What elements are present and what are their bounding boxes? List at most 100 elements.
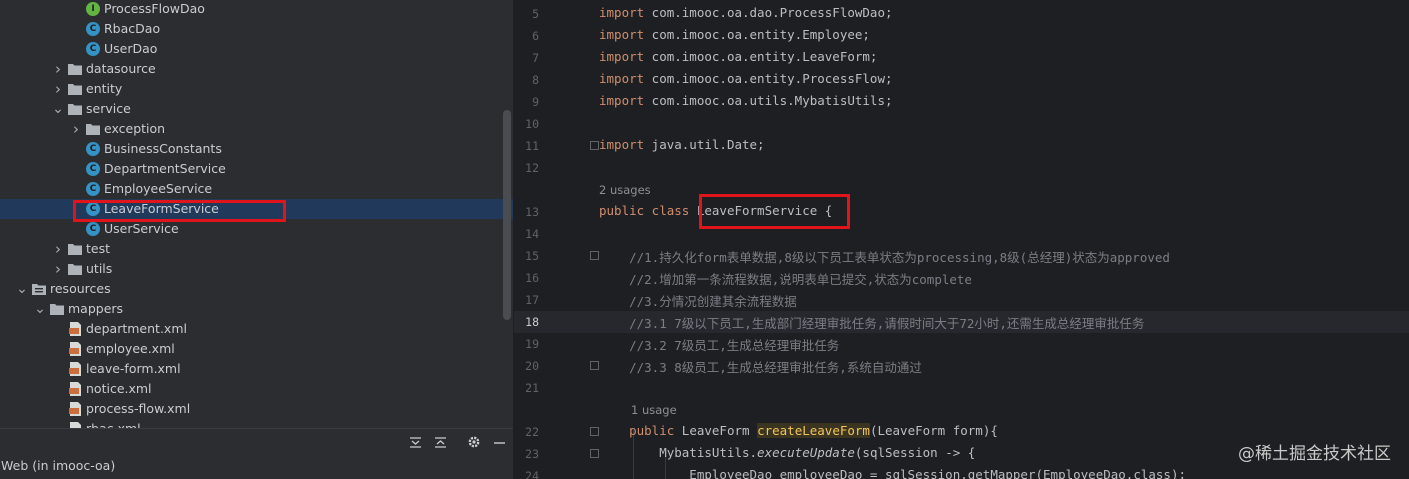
tree-item-label: leave-form.xml (86, 361, 181, 376)
fold-marker-icon[interactable] (590, 427, 599, 436)
tree-item[interactable]: ⌄ resources (0, 279, 513, 299)
tree-item-label: department.xml (86, 321, 187, 336)
chevron-right-icon[interactable]: › (52, 79, 64, 99)
tree-item[interactable]: employee.xml (0, 339, 513, 359)
xml-file-icon (68, 362, 82, 376)
tree-item[interactable]: › test (0, 239, 513, 259)
fold-marker-icon[interactable] (590, 361, 599, 370)
line-number: 5 (532, 7, 539, 21)
line-number: 24 (525, 469, 539, 479)
tree-item-label: RbacDao (104, 21, 161, 36)
tree-item[interactable]: C RbacDao (0, 19, 513, 39)
code-line[interactable]: //2.增加第一条流程数据,说明表单已提交,状态为complete (599, 269, 972, 288)
chevron-down-icon[interactable]: ⌄ (52, 99, 64, 119)
tree-item[interactable]: › datasource (0, 59, 513, 79)
code-editor[interactable]: 5 6 7 8 9 10 11 12 13 14 15 16 17 18 19 20 21 22 23 24 impo… (514, 0, 1409, 479)
tree-item[interactable]: › entity (0, 79, 513, 99)
tree-item[interactable]: I ProcessFlowDao (0, 0, 513, 19)
line-number: 18 (525, 315, 539, 329)
tree-scrollbar[interactable] (503, 110, 511, 320)
tree-item-label: BusinessConstants (104, 141, 222, 156)
line-number: 12 (525, 161, 539, 175)
line-number: 10 (525, 117, 539, 131)
code-line[interactable]: //3.分情况创建其余流程数据 (599, 291, 797, 310)
chevron-down-icon[interactable]: ⌄ (34, 299, 46, 319)
line-number: 6 (532, 29, 539, 43)
tree-item[interactable]: notice.xml (0, 379, 513, 399)
tree-item[interactable]: ⌄ service (0, 99, 513, 119)
folder-icon (50, 302, 64, 316)
chevron-right-icon[interactable]: › (52, 59, 64, 79)
code-highlight-box (699, 194, 850, 229)
tree-item[interactable]: C UserDao (0, 39, 513, 59)
tree-item-label: UserService (104, 221, 179, 236)
code-line[interactable]: import com.imooc.oa.entity.ProcessFlow; (599, 71, 893, 86)
class-icon: C (86, 182, 100, 196)
line-number: 22 (525, 425, 539, 439)
tree-item[interactable]: ⌄ mappers (0, 299, 513, 319)
code-line[interactable]: import com.imooc.oa.entity.Employee; (599, 27, 870, 42)
fold-marker-icon[interactable] (590, 449, 599, 458)
tree-item[interactable]: C DepartmentService (0, 159, 513, 179)
chevron-right-icon[interactable]: › (52, 239, 64, 259)
tree-item-label: mappers (68, 301, 124, 316)
tree-item[interactable]: › exception (0, 119, 513, 139)
usages-hint[interactable]: 1 usage (631, 403, 677, 417)
line-number: 21 (525, 381, 539, 395)
code-line[interactable]: public LeaveForm createLeaveForm(LeaveFo… (599, 423, 998, 438)
line-number: 9 (532, 95, 539, 109)
tree-item[interactable]: C BusinessConstants (0, 139, 513, 159)
tree-item[interactable]: leave-form.xml (0, 359, 513, 379)
code-line[interactable]: import com.imooc.oa.entity.LeaveForm; (599, 49, 877, 64)
fold-marker-icon[interactable] (590, 141, 599, 150)
xml-file-icon (68, 342, 82, 356)
xml-file-icon (68, 382, 82, 396)
tree-item[interactable]: department.xml (0, 319, 513, 339)
line-number: 7 (532, 51, 539, 65)
minimize-icon[interactable] (491, 434, 507, 450)
tree-item[interactable]: C EmployeeService (0, 179, 513, 199)
line-number: 19 (525, 337, 539, 351)
line-number: 14 (525, 227, 539, 241)
chevron-down-icon[interactable]: ⌄ (16, 279, 28, 299)
code-line[interactable]: //1.持久化form表单数据,8级以下员工表单状态为processing,8级… (599, 247, 1170, 266)
expand-all-icon[interactable] (407, 434, 423, 450)
tree-item[interactable]: process-flow.xml (0, 399, 513, 419)
fold-marker-icon[interactable] (590, 251, 599, 260)
line-number: 23 (525, 447, 539, 461)
chevron-right-icon[interactable]: › (52, 259, 64, 279)
tree-item[interactable]: › utils (0, 259, 513, 279)
line-number: 13 (525, 205, 539, 219)
tree-item[interactable]: C UserService (0, 219, 513, 239)
tree-item-label: test (86, 241, 111, 256)
usages-hint[interactable]: 2 usages (599, 183, 651, 197)
tree-item-label: resources (50, 281, 111, 296)
chevron-right-icon[interactable]: › (70, 119, 82, 139)
line-number: 11 (525, 139, 539, 153)
folder-icon (86, 122, 100, 136)
code-line[interactable]: //3.3 8级员工,生成总经理审批任务,系统自动通过 (599, 357, 922, 376)
code-line[interactable]: //3.2 7级员工,生成总经理审批任务 (599, 335, 839, 354)
folder-icon (68, 262, 82, 276)
code-line[interactable]: import com.imooc.oa.utils.MybatisUtils; (599, 93, 893, 108)
tree-item-label: exception (104, 121, 166, 136)
tree-item-label: employee.xml (86, 341, 175, 356)
gear-icon[interactable] (466, 434, 482, 450)
code-line[interactable]: EmployeeDao employeeDao = sqlSession.get… (599, 467, 1186, 479)
code-line[interactable]: //3.1 7级以下员工,生成部门经理审批任务,请假时间大于72小时,还需生成总… (599, 313, 1144, 332)
line-number: 8 (532, 73, 539, 87)
code-line[interactable]: import java.util.Date; (599, 137, 765, 152)
code-line[interactable]: import com.imooc.oa.dao.ProcessFlowDao; (599, 5, 893, 20)
collapse-all-icon[interactable] (432, 434, 448, 450)
line-number: 15 (525, 249, 539, 263)
resources-folder-icon (32, 282, 46, 296)
tree-item-label: DepartmentService (104, 161, 226, 176)
code-line[interactable]: MybatisUtils.executeUpdate(sqlSession ->… (599, 445, 975, 460)
class-icon: C (86, 42, 100, 56)
folder-icon (68, 242, 82, 256)
